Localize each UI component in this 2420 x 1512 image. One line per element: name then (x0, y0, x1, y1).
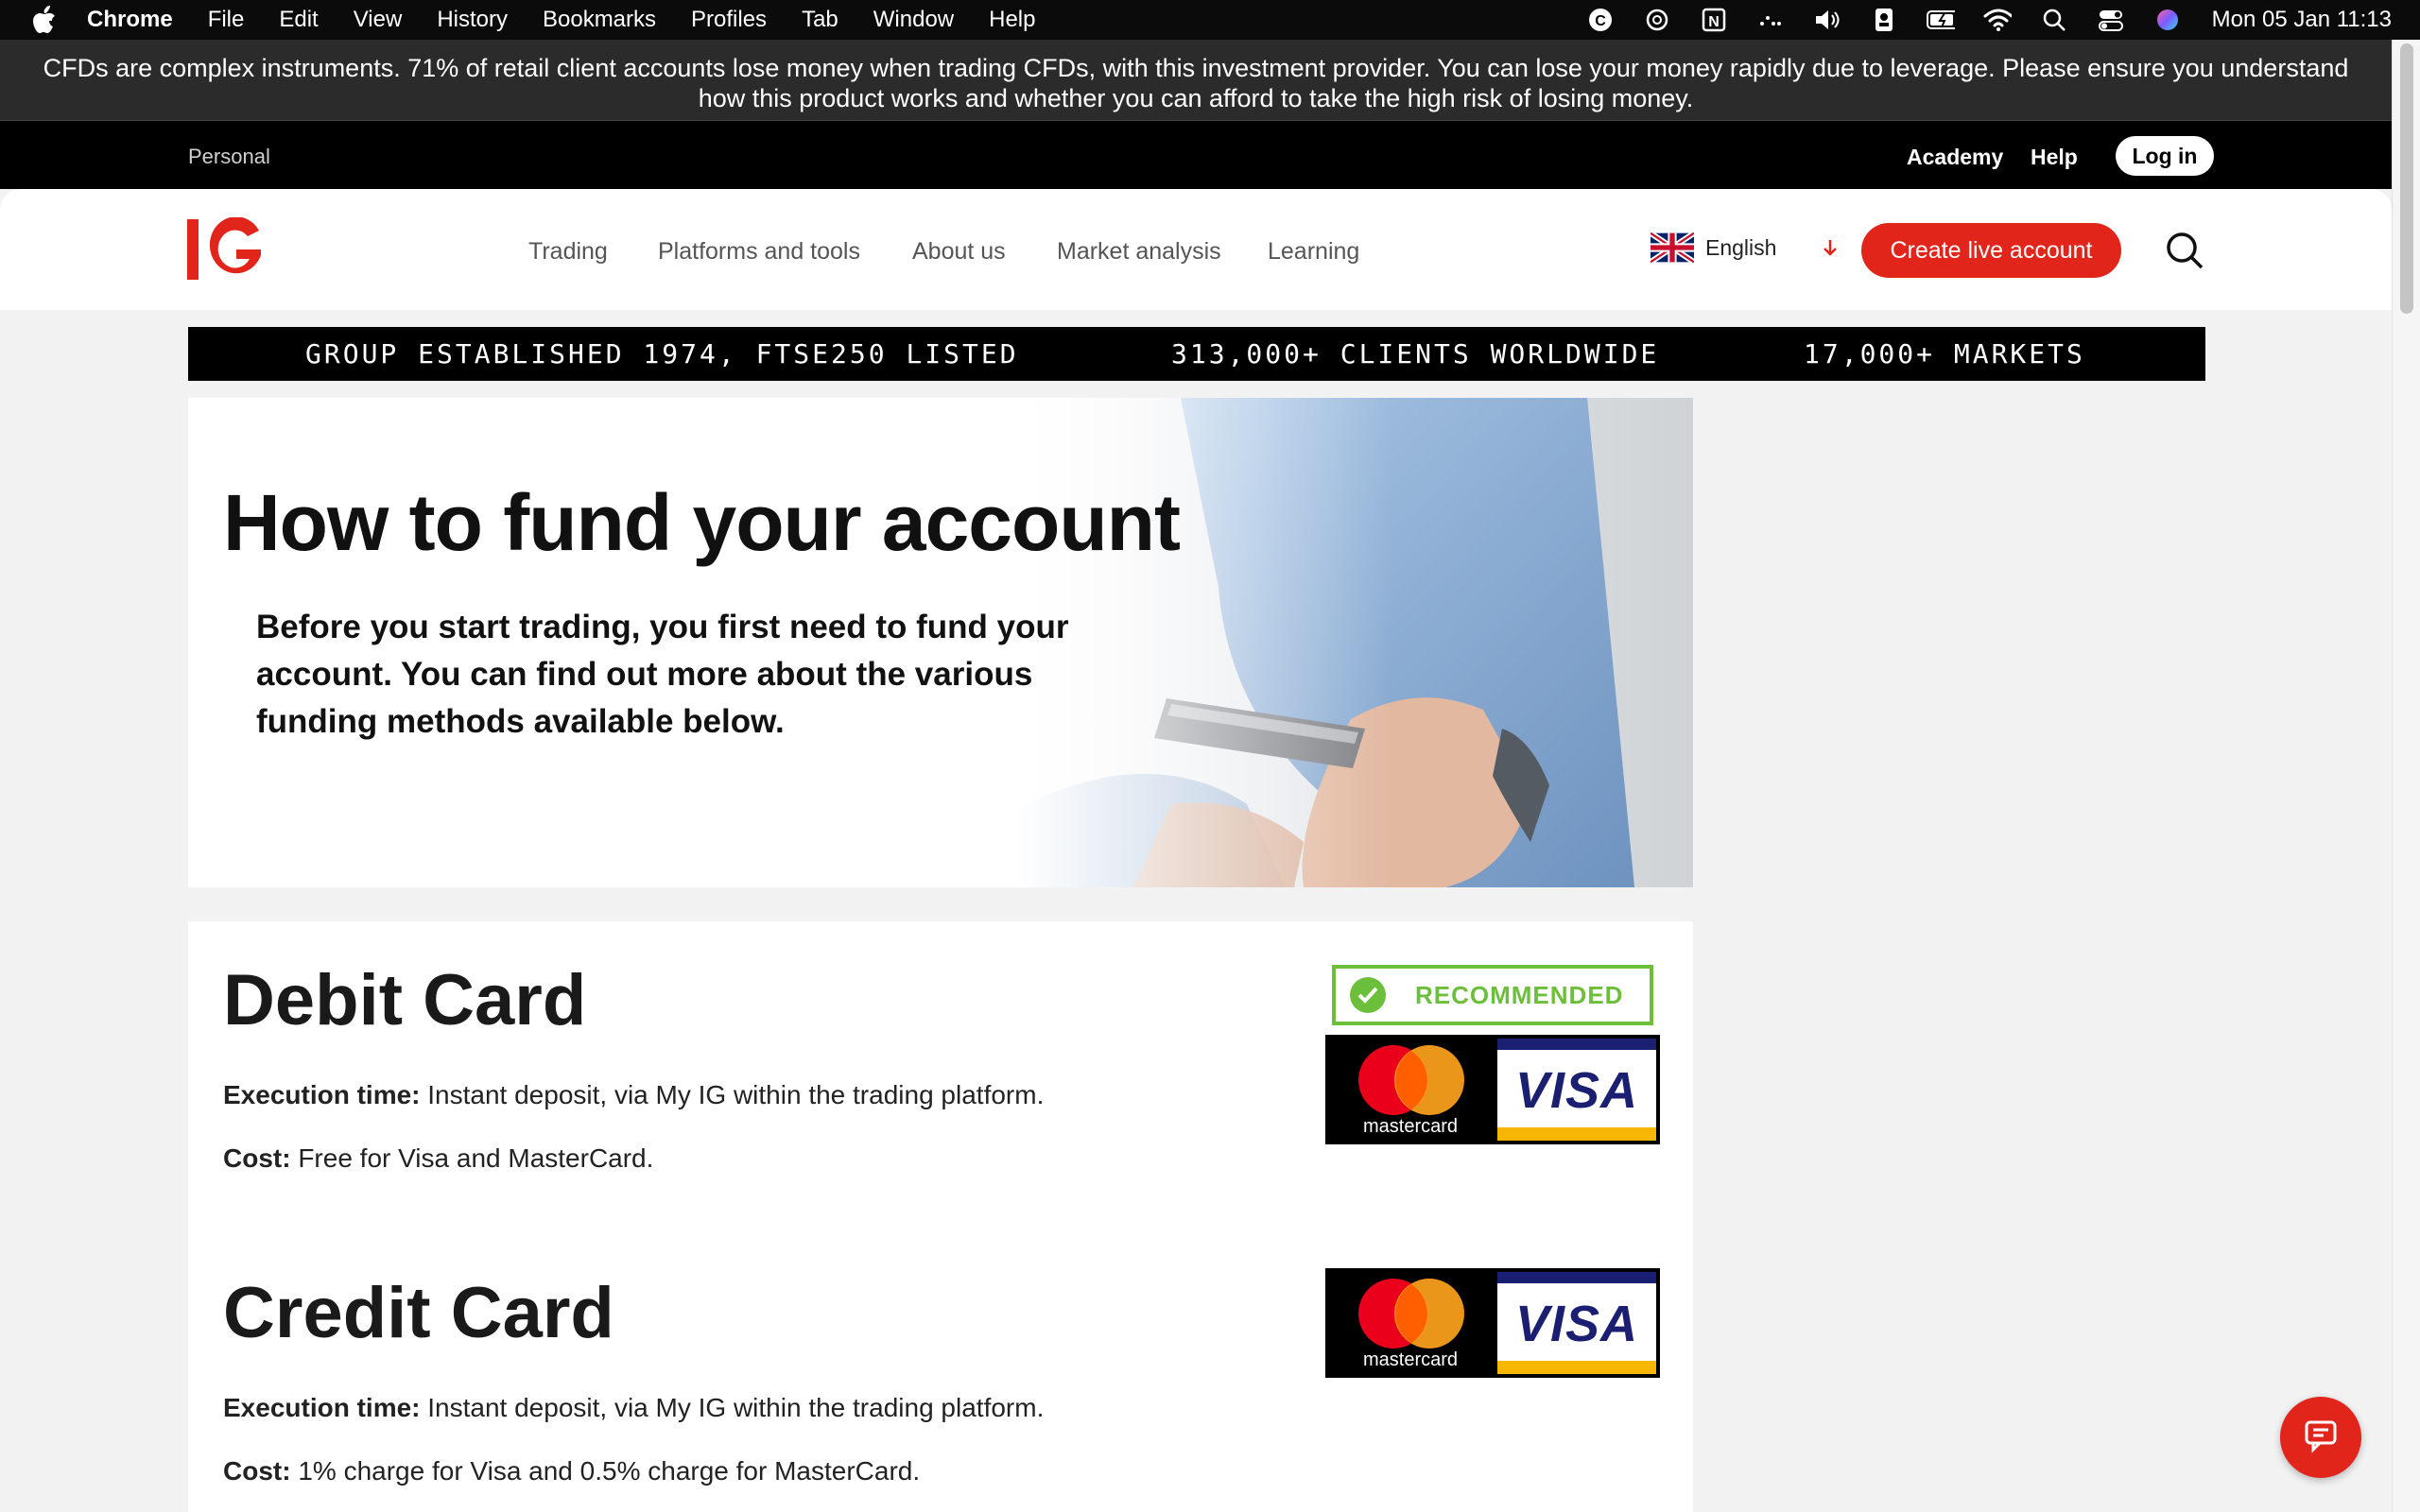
mastercard-wordmark: mastercard (1362, 1349, 1459, 1370)
debit-execution-time: Execution time: Instant deposit, via My … (223, 1080, 1044, 1110)
page-title: How to fund your account (223, 478, 1181, 567)
credit-cost: Cost: 1% charge for Visa and 0.5% charge… (223, 1456, 920, 1486)
nav-market-analysis[interactable]: Market analysis (1057, 238, 1221, 266)
c-app-icon[interactable]: C (1586, 6, 1615, 34)
login-button[interactable]: Log in (2116, 136, 2214, 176)
hero-banner: How to fund your account Before you star… (188, 398, 1693, 887)
menu-tab[interactable]: Tab (802, 7, 838, 33)
spotlight-search-icon[interactable] (2040, 6, 2068, 34)
nav-platforms-and-tools[interactable]: Platforms and tools (658, 238, 860, 266)
recommended-badge: RECOMMENDED (1332, 965, 1653, 1025)
debit-execution-value: Instant deposit, via My IG within the tr… (420, 1080, 1045, 1109)
site-header: Trading Platforms and tools About us Mar… (0, 189, 2392, 310)
debit-cost-value: Free for Visa and MasterCard. (290, 1143, 654, 1173)
menu-bookmarks[interactable]: Bookmarks (543, 7, 656, 33)
svg-text:N: N (1708, 14, 1720, 30)
control-center-icon[interactable] (2097, 6, 2125, 34)
macos-menubar: Chrome File Edit View History Bookmarks … (0, 0, 2420, 40)
visa-logo: VISA (1497, 1272, 1656, 1374)
academy-link[interactable]: Academy (1907, 145, 2003, 170)
uk-flag-icon (1649, 231, 1696, 265)
page-scrollbar[interactable] (2392, 40, 2420, 1512)
wifi-icon[interactable] (1983, 6, 2012, 34)
status-icons: C N Mon 05 Jan 11:13 (1558, 0, 2392, 40)
help-link[interactable]: Help (2031, 145, 2078, 170)
credit-execution-time: Execution time: Instant deposit, via My … (223, 1393, 1044, 1423)
dots-icon[interactable] (1756, 6, 1785, 34)
visa-wordmark: VISA (1514, 1296, 1639, 1352)
credit-execution-label: Execution time: (223, 1393, 421, 1422)
apple-icon[interactable] (32, 6, 60, 34)
menu-view[interactable]: View (354, 7, 403, 33)
credit-cost-value: 1% charge for Visa and 0.5% charge for M… (290, 1456, 921, 1486)
menu-app-name[interactable]: Chrome (87, 7, 173, 33)
create-live-account-button[interactable]: Create live account (1861, 223, 2121, 278)
menu-file[interactable]: File (208, 7, 245, 33)
credit-card-logos: mastercard VISA (1325, 1268, 1660, 1378)
battery-icon[interactable] (1926, 6, 1955, 34)
ig-logo[interactable] (185, 216, 263, 282)
nav-about-us[interactable]: About us (912, 238, 1006, 266)
debit-cost: Cost: Free for Visa and MasterCard. (223, 1143, 653, 1174)
chat-button[interactable] (2280, 1397, 2361, 1478)
segment-personal-link[interactable]: Personal (188, 145, 270, 169)
credit-execution-value: Instant deposit, via My IG within the tr… (420, 1393, 1045, 1422)
hero-subtitle: Before you start trading, you first need… (256, 609, 1069, 740)
stat-established: GROUP ESTABLISHED 1974, FTSE250 LISTED (305, 338, 1019, 369)
menubar-clock[interactable]: Mon 05 Jan 11:13 (2212, 7, 2392, 33)
top-strip: Personal Academy Help Log in (0, 121, 2392, 189)
menu-profiles[interactable]: Profiles (691, 7, 767, 33)
credit-card-title: Credit Card (223, 1273, 614, 1353)
stats-bar: GROUP ESTABLISHED 1974, FTSE250 LISTED 3… (188, 327, 2205, 381)
mastercard-logo: mastercard (1325, 1035, 1495, 1144)
contact-icon[interactable] (1870, 6, 1898, 34)
recommended-label: RECOMMENDED (1415, 980, 1624, 1009)
visa-logo: VISA (1497, 1039, 1656, 1141)
mastercard-wordmark: mastercard (1362, 1116, 1459, 1137)
debit-execution-label: Execution time: (223, 1080, 421, 1109)
chat-icon (2302, 1417, 2340, 1459)
menu-help[interactable]: Help (989, 7, 1035, 33)
risk-warning-banner: CFDs are complex instruments. 71% of ret… (0, 40, 2392, 121)
check-icon (1349, 976, 1387, 1014)
search-icon[interactable] (2165, 231, 2204, 270)
nav-learning[interactable]: Learning (1268, 238, 1359, 266)
menu-edit[interactable]: Edit (279, 7, 318, 33)
debit-card-title: Debit Card (223, 960, 587, 1040)
language-label: English (1705, 234, 1777, 260)
funding-methods-card: Debit Card Execution time: Instant depos… (188, 921, 1693, 1512)
debit-card-logos: mastercard VISA (1325, 1035, 1660, 1144)
menu-history[interactable]: History (437, 7, 508, 33)
volume-icon[interactable] (1813, 6, 1841, 34)
nav-trading[interactable]: Trading (528, 238, 608, 266)
mastercard-logo: mastercard (1325, 1268, 1495, 1378)
debit-cost-label: Cost: (223, 1143, 291, 1173)
svg-text:C: C (1595, 13, 1606, 29)
openai-icon[interactable] (1643, 6, 1671, 34)
stat-clients: 313,000+ CLIENTS WORLDWIDE (1171, 338, 1660, 369)
siri-icon[interactable] (2153, 6, 2182, 34)
notion-icon[interactable]: N (1700, 6, 1728, 34)
language-selector[interactable]: English (1649, 231, 1841, 265)
arrow-down-icon (1820, 237, 1841, 258)
scrollbar-thumb[interactable] (2400, 43, 2413, 314)
menu-window[interactable]: Window (873, 7, 954, 33)
credit-cost-label: Cost: (223, 1456, 291, 1486)
stat-markets: 17,000+ MARKETS (1804, 338, 2085, 369)
visa-wordmark: VISA (1514, 1062, 1639, 1119)
